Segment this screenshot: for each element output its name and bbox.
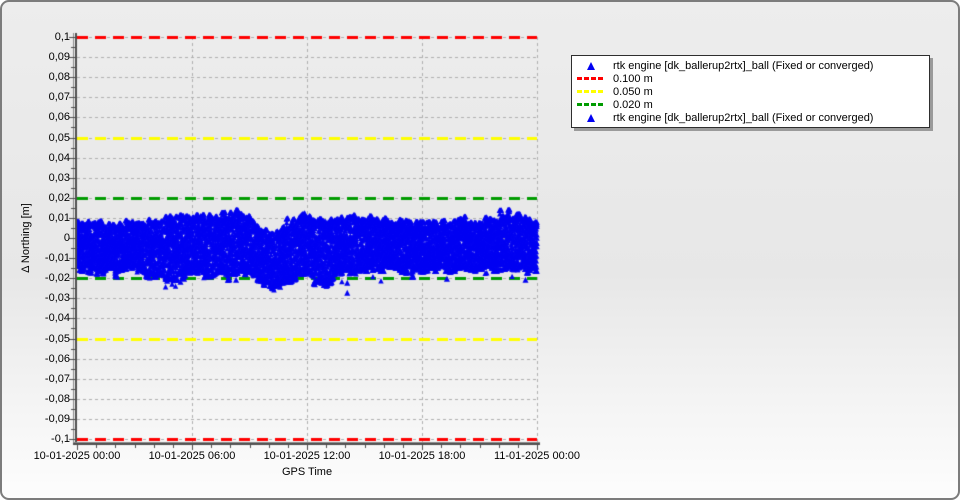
legend-item-label: 0.050 m xyxy=(613,86,653,98)
legend-item-label: 0.020 m xyxy=(613,99,653,111)
x-tick-label: 10-01-2025 12:00 xyxy=(242,450,372,462)
y-tick-label: 0,04 xyxy=(0,152,70,164)
x-tick-label: 10-01-2025 18:00 xyxy=(357,450,487,462)
legend-item[interactable]: 0.020 m xyxy=(572,98,929,111)
legend: rtk engine [dk_ballerup2rtx]_ball (Fixed… xyxy=(571,55,930,128)
x-tick-label: 10-01-2025 06:00 xyxy=(127,450,257,462)
triangle-marker-icon xyxy=(587,114,595,122)
x-axis-title: GPS Time xyxy=(247,466,367,478)
y-tick-label: -0,01 xyxy=(0,252,70,264)
dash-marker-icon xyxy=(577,77,604,80)
y-tick-label: 0,02 xyxy=(0,192,70,204)
y-tick-label: -0,05 xyxy=(0,333,70,345)
y-tick-label: 0,08 xyxy=(0,71,70,83)
x-tick-label: 11-01-2025 00:00 xyxy=(472,450,602,462)
y-tick-label: 0,1 xyxy=(0,31,70,43)
triangle-marker-icon xyxy=(577,62,604,70)
triangle-marker-icon xyxy=(577,114,604,122)
x-tick-label: 10-01-2025 00:00 xyxy=(12,450,142,462)
dash-marker-icon xyxy=(577,90,604,93)
y-axis-title: Δ Northing [m] xyxy=(20,203,32,273)
legend-item-label: 0.100 m xyxy=(613,73,653,85)
y-tick-label: -0,06 xyxy=(0,353,70,365)
legend-item[interactable]: 0.050 m xyxy=(572,85,929,98)
y-tick-label: 0,05 xyxy=(0,132,70,144)
dash-marker-icon xyxy=(577,103,604,106)
y-tick-label: -0,02 xyxy=(0,272,70,284)
y-tick-label: -0,04 xyxy=(0,312,70,324)
y-tick-label: -0,03 xyxy=(0,292,70,304)
y-tick-label: 0,07 xyxy=(0,91,70,103)
legend-item-label: rtk engine [dk_ballerup2rtx]_ball (Fixed… xyxy=(613,60,873,72)
dash-marker-icon xyxy=(577,90,604,93)
y-tick-label: 0,01 xyxy=(0,212,70,224)
y-tick-label: -0,1 xyxy=(0,433,70,445)
triangle-marker-icon xyxy=(587,62,595,70)
y-tick-label: -0,07 xyxy=(0,373,70,385)
legend-item[interactable]: rtk engine [dk_ballerup2rtx]_ball (Fixed… xyxy=(572,111,929,124)
y-tick-label: 0,09 xyxy=(0,51,70,63)
y-tick-label: -0,08 xyxy=(0,393,70,405)
y-tick-label: 0 xyxy=(0,232,70,244)
dash-marker-icon xyxy=(577,77,604,80)
legend-item[interactable]: 0.100 m xyxy=(572,72,929,85)
legend-item[interactable]: rtk engine [dk_ballerup2rtx]_ball (Fixed… xyxy=(572,59,929,72)
y-tick-label: -0,09 xyxy=(0,413,70,425)
y-tick-label: 0,03 xyxy=(0,172,70,184)
dash-marker-icon xyxy=(577,103,604,106)
legend-item-label: rtk engine [dk_ballerup2rtx]_ball (Fixed… xyxy=(613,112,873,124)
y-tick-label: 0,06 xyxy=(0,111,70,123)
